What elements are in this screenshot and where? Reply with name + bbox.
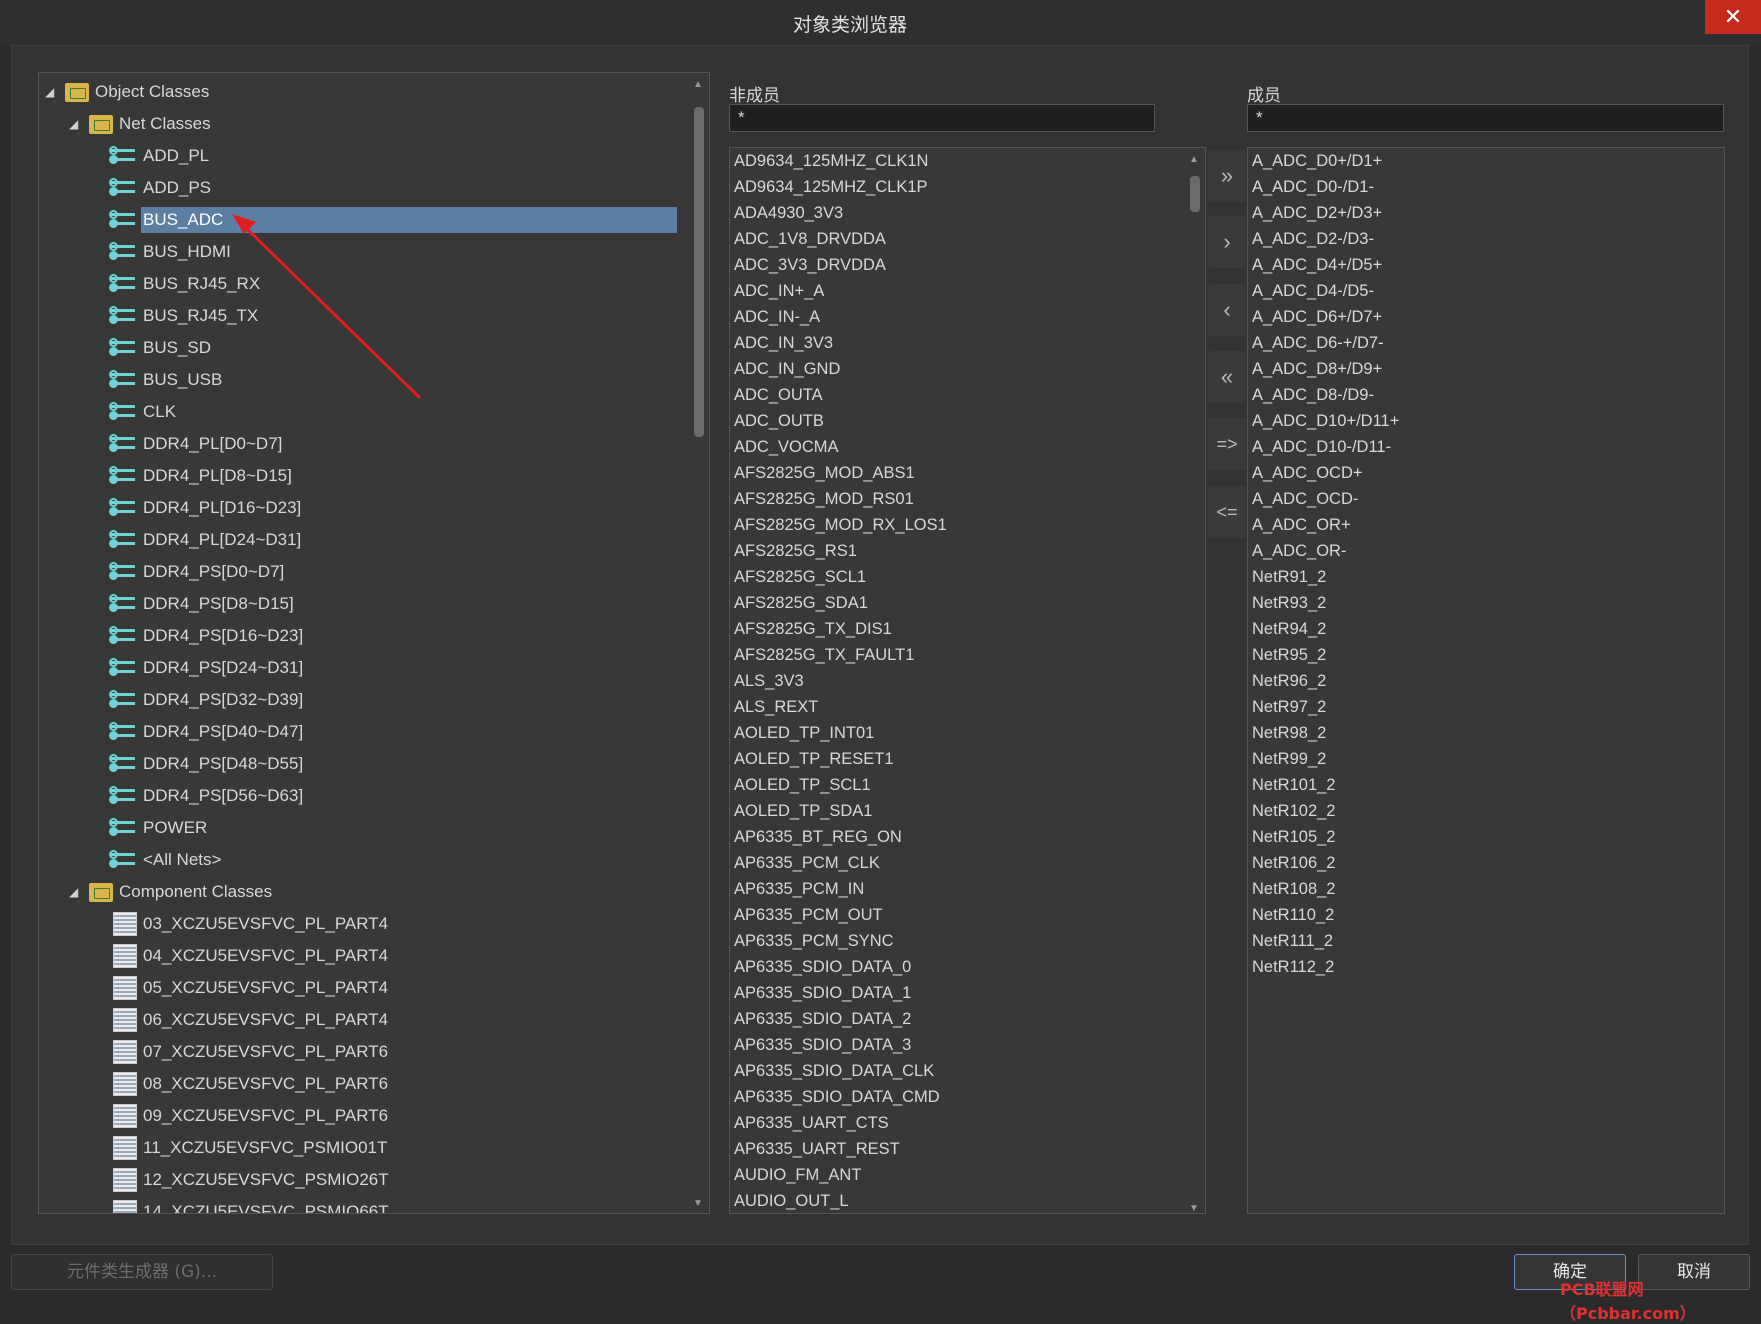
non-member-item[interactable]: AP6335_BT_REG_ON <box>734 828 902 847</box>
non-member-item[interactable]: AP6335_PCM_IN <box>734 880 864 899</box>
non-member-item[interactable]: AFS2825G_SCL1 <box>734 568 866 587</box>
member-item[interactable]: A_ADC_D8+/D9+ <box>1252 360 1382 379</box>
member-item[interactable]: A_ADC_D0+/D1+ <box>1252 152 1382 171</box>
non-member-item[interactable]: AP6335_PCM_OUT <box>734 906 883 925</box>
member-item[interactable]: A_ADC_OR- <box>1252 542 1346 561</box>
member-item[interactable]: NetR108_2 <box>1252 880 1335 899</box>
non-member-item[interactable]: ADC_OUTB <box>734 412 824 431</box>
member-item[interactable]: NetR106_2 <box>1252 854 1335 873</box>
member-item[interactable]: A_ADC_D4-/D5- <box>1252 282 1374 301</box>
non-member-item[interactable]: AP6335_SDIO_DATA_3 <box>734 1036 911 1055</box>
member-item[interactable]: NetR97_2 <box>1252 698 1326 717</box>
non-member-item[interactable]: ADC_3V3_DRVDDA <box>734 256 886 275</box>
scrollbar-thumb[interactable] <box>1190 176 1200 212</box>
non-member-item[interactable]: AFS2825G_TX_DIS1 <box>734 620 892 639</box>
non-member-item[interactable]: AOLED_TP_RESET1 <box>734 750 894 769</box>
member-item[interactable]: A_ADC_D4+/D5+ <box>1252 256 1382 275</box>
non-member-item[interactable]: AFS2825G_TX_FAULT1 <box>734 646 914 665</box>
member-item[interactable]: A_ADC_D0-/D1- <box>1252 178 1374 197</box>
non-member-item[interactable]: AFS2825G_MOD_ABS1 <box>734 464 915 483</box>
non-member-item[interactable]: AP6335_PCM_SYNC <box>734 932 894 951</box>
member-item[interactable]: A_ADC_D6-+/D7- <box>1252 334 1384 353</box>
remove-all-button[interactable]: « <box>1208 351 1246 403</box>
member-item[interactable]: A_ADC_OR+ <box>1252 516 1351 535</box>
member-item[interactable]: A_ADC_D2-/D3- <box>1252 230 1374 249</box>
member-item[interactable]: A_ADC_D8-/D9- <box>1252 386 1374 405</box>
add-selected-button[interactable]: › <box>1208 216 1246 268</box>
scroll-down-icon[interactable]: ▼ <box>1189 1203 1199 1213</box>
component-class-generator-button[interactable]: 元件类生成器 (G)... <box>11 1254 273 1290</box>
non-member-item[interactable]: AP6335_SDIO_DATA_2 <box>734 1010 911 1029</box>
non-member-item[interactable]: AP6335_SDIO_DATA_CLK <box>734 1062 934 1081</box>
member-item[interactable]: NetR101_2 <box>1252 776 1335 795</box>
add-filtered-button[interactable]: => <box>1208 418 1246 470</box>
member-item[interactable]: NetR110_2 <box>1252 906 1334 925</box>
non-member-item[interactable]: ADC_IN-_A <box>734 308 820 327</box>
non-member-item[interactable]: AP6335_UART_REST <box>734 1140 900 1159</box>
remove-filtered-button[interactable]: <= <box>1208 486 1246 538</box>
non-member-item[interactable]: AFS2825G_SDA1 <box>734 594 868 613</box>
member-item[interactable]: NetR111_2 <box>1252 932 1333 951</box>
member-item[interactable]: A_ADC_D10-/D11- <box>1252 438 1391 457</box>
non-member-item[interactable]: AOLED_TP_INT01 <box>734 724 874 743</box>
non-member-item[interactable]: AFS2825G_MOD_RX_LOS1 <box>734 516 947 535</box>
non-members-list[interactable]: ▲ ▼ AD9634_125MHZ_CLK1N AD9634_125MHZ_CLK… <box>729 147 1206 1214</box>
non-member-item[interactable]: ALS_REXT <box>734 698 818 717</box>
watermark: PCB联盟网（Pcbbar.com） <box>1560 1280 1696 1323</box>
member-item[interactable]: NetR96_2 <box>1252 672 1326 691</box>
member-item[interactable]: NetR105_2 <box>1252 828 1335 847</box>
non-member-item[interactable]: ADA4930_3V3 <box>734 204 843 223</box>
members-list[interactable]: A_ADC_D0+/D1+ A_ADC_D0-/D1- A_ADC_D2+/D3+ A… <box>1247 147 1725 1214</box>
non-member-item[interactable]: ADC_IN_GND <box>734 360 840 379</box>
member-item[interactable]: A_ADC_D6+/D7+ <box>1252 308 1382 327</box>
non-member-item[interactable]: AOLED_TP_SDA1 <box>734 802 872 821</box>
member-item[interactable]: A_ADC_D2+/D3+ <box>1252 204 1382 223</box>
scroll-up-icon[interactable]: ▲ <box>1189 154 1199 165</box>
remove-selected-button[interactable]: ‹ <box>1208 284 1246 336</box>
non-member-item[interactable]: AFS2825G_MOD_RS01 <box>734 490 914 509</box>
non-member-item[interactable]: AD9634_125MHZ_CLK1P <box>734 178 928 197</box>
non-member-item[interactable]: AOLED_TP_SCL1 <box>734 776 871 795</box>
non-members-filter-input[interactable]: * <box>729 104 1155 132</box>
add-all-button[interactable]: » <box>1208 150 1246 202</box>
non-member-item[interactable]: ADC_1V8_DRVDDA <box>734 230 886 249</box>
member-item[interactable]: NetR95_2 <box>1252 646 1326 665</box>
member-item[interactable]: NetR94_2 <box>1252 620 1326 639</box>
members-label: 成员 <box>1247 86 1281 106</box>
non-member-item[interactable]: AP6335_SDIO_DATA_0 <box>734 958 911 977</box>
non-member-item[interactable]: AUDIO_OUT_L <box>734 1192 849 1211</box>
member-item[interactable]: NetR91_2 <box>1252 568 1326 587</box>
non-member-item[interactable]: ADC_VOCMA <box>734 438 839 457</box>
member-item[interactable]: NetR99_2 <box>1252 750 1326 769</box>
non-member-item[interactable]: AUDIO_FM_ANT <box>734 1166 861 1185</box>
non-member-item[interactable]: AD9634_125MHZ_CLK1N <box>734 152 928 171</box>
member-item[interactable]: A_ADC_OCD- <box>1252 490 1358 509</box>
non-member-item[interactable]: ADC_IN_3V3 <box>734 334 833 353</box>
non-member-item[interactable]: AP6335_PCM_CLK <box>734 854 880 873</box>
member-item[interactable]: NetR102_2 <box>1252 802 1335 821</box>
member-item[interactable]: A_ADC_D10+/D11+ <box>1252 412 1399 431</box>
non-members-label: 非成员 <box>729 86 780 106</box>
non-member-item[interactable]: ALS_3V3 <box>734 672 804 691</box>
member-item[interactable]: A_ADC_OCD+ <box>1252 464 1363 483</box>
non-member-item[interactable]: AP6335_UART_CTS <box>734 1114 889 1133</box>
members-filter-input[interactable]: * <box>1247 104 1724 132</box>
non-member-item[interactable]: AP6335_SDIO_DATA_1 <box>734 984 911 1003</box>
non-member-item[interactable]: ADC_IN+_A <box>734 282 824 301</box>
non-members-scrollbar[interactable]: ▲ ▼ <box>1187 154 1201 1213</box>
non-member-item[interactable]: ADC_OUTA <box>734 386 823 405</box>
non-member-item[interactable]: AFS2825G_RS1 <box>734 542 857 561</box>
member-item[interactable]: NetR98_2 <box>1252 724 1326 743</box>
non-member-item[interactable]: AP6335_SDIO_DATA_CMD <box>734 1088 940 1107</box>
member-item[interactable]: NetR93_2 <box>1252 594 1326 613</box>
member-item[interactable]: NetR112_2 <box>1252 958 1334 977</box>
